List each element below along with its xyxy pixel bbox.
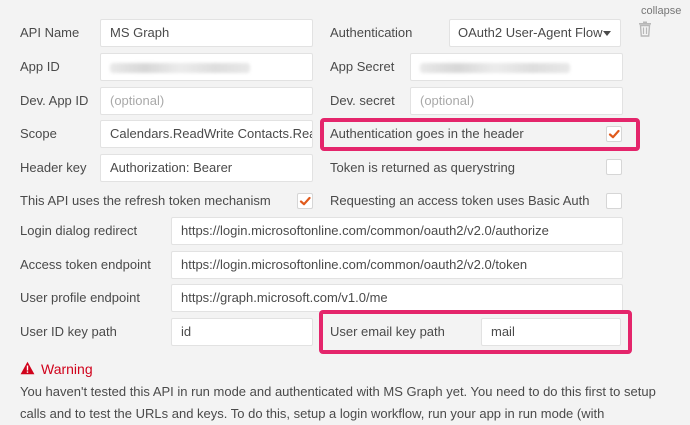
token-endpoint-label: Access token endpoint bbox=[20, 257, 151, 272]
warning-message-line-1: You haven't tested this API in run mode … bbox=[20, 384, 656, 399]
app-id-input[interactable] bbox=[100, 53, 313, 81]
token-endpoint-input[interactable]: https://login.microsoftonline.com/common… bbox=[171, 251, 623, 279]
trash-icon[interactable] bbox=[638, 21, 652, 37]
authentication-selected-value: OAuth2 User-Agent Flow bbox=[458, 25, 603, 40]
redacted-value bbox=[420, 63, 570, 73]
chevron-down-icon bbox=[603, 31, 611, 36]
dev-secret-input[interactable]: (optional) bbox=[410, 87, 623, 115]
user-id-path-label: User ID key path bbox=[20, 324, 117, 339]
highlight-box-email-path bbox=[319, 310, 632, 354]
profile-endpoint-label: User profile endpoint bbox=[20, 290, 140, 305]
basic-auth-label: Requesting an access token uses Basic Au… bbox=[330, 193, 590, 208]
api-name-input[interactable]: MS Graph bbox=[100, 19, 313, 47]
scope-input[interactable]: Calendars.ReadWrite Contacts.Rea bbox=[100, 120, 313, 148]
authentication-select[interactable]: OAuth2 User-Agent Flow bbox=[449, 19, 621, 47]
token-querystring-label: Token is returned as querystring bbox=[330, 160, 515, 175]
token-querystring-checkbox[interactable] bbox=[606, 159, 622, 175]
authentication-label: Authentication bbox=[330, 25, 413, 40]
checkmark-icon bbox=[299, 196, 311, 206]
dev-app-id-input[interactable]: (optional) bbox=[100, 87, 313, 115]
user-id-path-input[interactable]: id bbox=[171, 318, 313, 346]
refresh-token-label: This API uses the refresh token mechanis… bbox=[20, 193, 271, 208]
login-redirect-label: Login dialog redirect bbox=[20, 223, 138, 238]
warning-message-line-2: calls and to test the URLs and keys. To … bbox=[20, 406, 605, 421]
highlight-box-auth-header bbox=[320, 118, 640, 151]
login-redirect-input[interactable]: https://login.microsoftonline.com/common… bbox=[171, 217, 623, 245]
app-id-label: App ID bbox=[20, 59, 60, 74]
app-secret-label: App Secret bbox=[330, 59, 395, 74]
dev-secret-label: Dev. secret bbox=[330, 93, 395, 108]
refresh-token-checkbox[interactable] bbox=[297, 193, 313, 209]
profile-endpoint-input[interactable]: https://graph.microsoft.com/v1.0/me bbox=[171, 284, 623, 312]
scope-label: Scope bbox=[20, 126, 57, 141]
dev-app-id-label: Dev. App ID bbox=[20, 93, 89, 108]
warning-title: Warning bbox=[41, 361, 93, 377]
header-key-input[interactable]: Authorization: Bearer bbox=[100, 154, 313, 182]
basic-auth-checkbox[interactable] bbox=[606, 193, 622, 209]
redacted-value bbox=[110, 63, 250, 73]
header-key-label: Header key bbox=[20, 160, 87, 175]
app-secret-input[interactable] bbox=[410, 53, 623, 81]
api-name-label: API Name bbox=[20, 25, 80, 40]
warning-icon bbox=[20, 361, 35, 375]
collapse-link[interactable]: collapse bbox=[641, 3, 681, 19]
